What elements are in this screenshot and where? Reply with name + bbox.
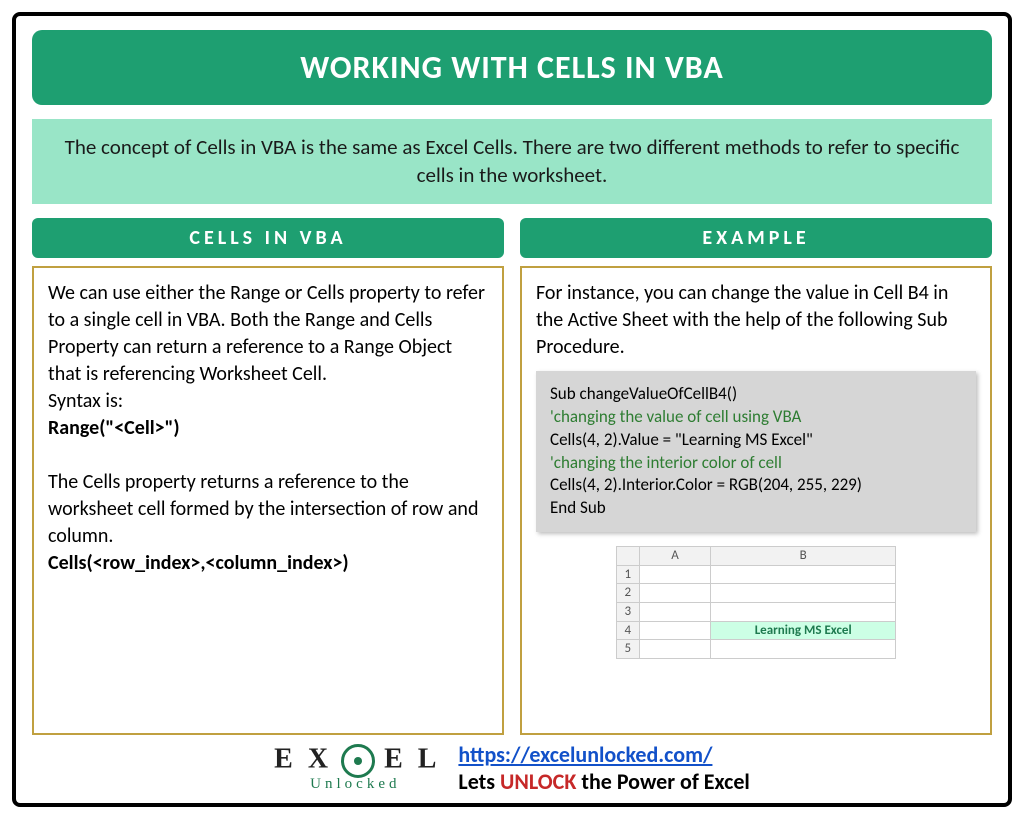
- cells-syntax: Cells(<row_index>,<column_index>): [48, 551, 349, 575]
- left-body: We can use either the Range or Cells pro…: [32, 266, 504, 735]
- col-b-header: B: [711, 547, 896, 566]
- tag-pre: Lets: [458, 768, 500, 795]
- code-box: Sub changeValueOfCellB4() 'changing the …: [536, 371, 976, 533]
- left-p2: The Cells property returns a reference t…: [48, 470, 478, 548]
- row-1-header: 1: [617, 565, 640, 584]
- columns: CELLS IN VBA We can use either the Range…: [32, 218, 992, 735]
- col-a-header: A: [639, 547, 711, 566]
- logo: E X E L Unlocked: [274, 744, 440, 792]
- code-line-5: Cells(4, 2).Interior.Color = RGB(204, 25…: [550, 474, 962, 497]
- cell-b4: Learning MS Excel: [711, 621, 896, 640]
- code-line-4: 'changing the interior color of cell: [550, 452, 962, 475]
- left-p1: We can use either the Range or Cells pro…: [48, 281, 485, 386]
- tag-unlock: UNLOCK: [500, 768, 576, 795]
- footer-tagline: Lets UNLOCK the Power of Excel: [458, 768, 749, 795]
- intro-banner: The concept of Cells in VBA is the same …: [32, 119, 992, 204]
- logo-top: E X E L: [274, 744, 440, 778]
- footer-link[interactable]: https://excelunlocked.com/: [458, 741, 712, 768]
- right-intro: For instance, you can change the value i…: [536, 281, 948, 359]
- row-4-header: 4: [617, 621, 640, 640]
- tag-post: the Power of Excel: [576, 768, 749, 795]
- footer-right: https://excelunlocked.com/ Lets UNLOCK t…: [458, 741, 749, 795]
- logo-key-icon: [341, 744, 375, 778]
- left-column: CELLS IN VBA We can use either the Range…: [32, 218, 504, 735]
- code-line-2: 'changing the value of cell using VBA: [550, 406, 962, 429]
- footer: E X E L Unlocked https://excelunlocked.c…: [32, 741, 992, 795]
- right-body: For instance, you can change the value i…: [520, 266, 992, 735]
- left-header: CELLS IN VBA: [32, 218, 504, 258]
- range-syntax: Range("<Cell>"): [48, 416, 180, 440]
- code-line-3: Cells(4, 2).Value = "Learning MS Excel": [550, 429, 962, 452]
- page-title: WORKING WITH CELLS IN VBA: [32, 30, 992, 105]
- code-line-6: End Sub: [550, 497, 962, 520]
- row-2-header: 2: [617, 584, 640, 603]
- right-column: EXAMPLE For instance, you can change the…: [520, 218, 992, 735]
- syntax-label: Syntax is:: [48, 389, 123, 413]
- mini-spreadsheet: A B 1 2 3 4 Learning MS Excel 5: [616, 546, 896, 658]
- right-header: EXAMPLE: [520, 218, 992, 258]
- corner-cell: [617, 547, 640, 566]
- row-5-header: 5: [617, 640, 640, 659]
- card: WORKING WITH CELLS IN VBA The concept of…: [12, 12, 1012, 807]
- logo-bottom: Unlocked: [310, 778, 440, 792]
- row-3-header: 3: [617, 602, 640, 621]
- code-line-1: Sub changeValueOfCellB4(): [550, 383, 962, 406]
